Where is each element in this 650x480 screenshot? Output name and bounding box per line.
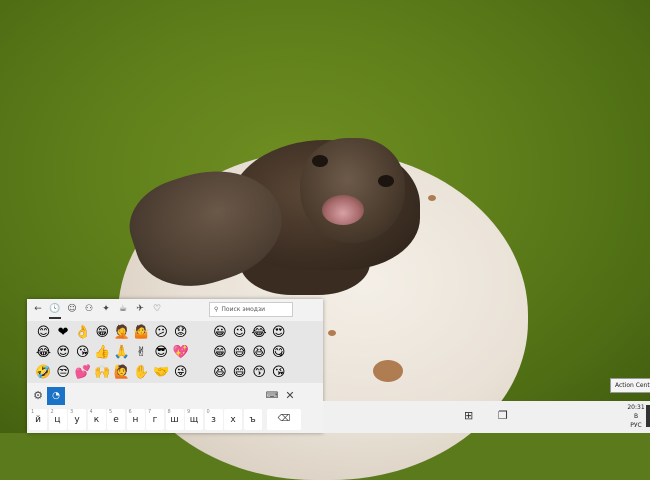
system-tray-clock[interactable]: 20:31 В РУС xyxy=(624,403,648,430)
emoji-item[interactable]: 💖 xyxy=(172,344,189,361)
emoji-item[interactable]: 😋 xyxy=(270,344,287,361)
emoji-item[interactable]: 😎 xyxy=(153,344,170,361)
emoji-item[interactable]: 😁 xyxy=(211,344,228,361)
keyboard-key[interactable]: 9щ xyxy=(185,409,203,430)
emoji-item[interactable]: 😉 xyxy=(231,324,248,341)
recent-clock-icon[interactable]: 🕓 xyxy=(48,302,62,319)
key-letter: х xyxy=(230,415,236,425)
emoji-item[interactable]: 😕 xyxy=(153,324,170,341)
show-desktop-edge[interactable] xyxy=(646,405,650,427)
back-arrow-icon[interactable]: ← xyxy=(31,302,45,316)
search-icon: ⚲ xyxy=(214,306,219,313)
emoji-panel: ← 🕓 ☺ ⚇ ✦ ☕ ✈ ♡ ⚲ Поиск эмодзи 😊 ❤ 👌 😁 🤦 🤷 😕 😟 😀 😉 😂 😍 😂 😍 😘 👍… xyxy=(27,299,323,433)
emoji-item[interactable]: ❤ xyxy=(55,324,72,341)
emoji-item[interactable]: 😍 xyxy=(55,344,72,361)
emoji-item[interactable]: 👍 xyxy=(94,344,111,361)
emoji-item[interactable]: ✋ xyxy=(133,364,150,381)
vehicle-icon[interactable]: ✈ xyxy=(133,302,147,316)
emoji-item[interactable]: 😂 xyxy=(35,344,52,361)
emoji-item[interactable]: 🤦 xyxy=(113,324,130,341)
keyboard-key[interactable]: 5е xyxy=(107,409,125,430)
smiley-icon[interactable]: ☺ xyxy=(65,302,79,316)
taskbar: ⊞ ❐ 20:31 В РУС xyxy=(323,401,650,433)
emoji-search-input[interactable]: ⚲ Поиск эмодзи xyxy=(209,302,293,317)
keyboard-key[interactable]: 0з xyxy=(204,409,223,430)
emoji-item[interactable]: 😘 xyxy=(74,344,91,361)
key-letter: у xyxy=(74,415,80,425)
emoji-item[interactable]: 😟 xyxy=(172,324,189,341)
emoji-item[interactable]: 😁 xyxy=(94,324,111,341)
key-letter: ш xyxy=(170,415,179,425)
gear-icon[interactable]: ⚙ xyxy=(30,388,46,404)
emoji-item[interactable]: 😙 xyxy=(251,364,268,381)
keyboard-key[interactable]: х xyxy=(224,409,242,430)
action-center-tooltip: Action Center xyxy=(610,378,650,393)
emoji-item[interactable]: 😆 xyxy=(251,344,268,361)
emoji-item[interactable]: 🤷 xyxy=(133,324,150,341)
language-indicator-top: В xyxy=(633,413,639,420)
food-icon[interactable]: ☕ xyxy=(116,302,130,316)
keyboard-key[interactable]: 2ц xyxy=(48,409,67,430)
emoji-mode-button[interactable]: ◔ xyxy=(47,387,65,405)
keyboard-icon[interactable]: ⌨ xyxy=(265,389,279,403)
people-icon[interactable]: ⚇ xyxy=(82,302,96,316)
emoji-item[interactable]: 😘 xyxy=(270,364,287,381)
keyboard-key[interactable]: 1й xyxy=(29,409,47,430)
emoji-item[interactable]: 🙌 xyxy=(94,364,111,381)
key-letter: к xyxy=(93,415,100,425)
emoji-item[interactable]: 😊 xyxy=(35,324,52,341)
wallpaper-turtle-eye xyxy=(378,175,394,187)
key-letter: ц xyxy=(54,415,61,425)
wallpaper-turtle-eye xyxy=(312,155,328,167)
keyboard-key[interactable]: 4к xyxy=(87,409,106,430)
key-letter: й xyxy=(35,415,41,425)
keyboard-key[interactable]: 7г xyxy=(146,409,164,430)
key-letter: щ xyxy=(189,415,199,425)
key-letter: г xyxy=(152,415,158,425)
keyboard-key[interactable]: 8ш xyxy=(165,409,184,430)
emoji-item[interactable]: 😒 xyxy=(55,364,72,381)
emoji-item[interactable]: 🤝 xyxy=(153,364,170,381)
key-letter: е xyxy=(113,415,119,425)
wallpaper-turtle-head xyxy=(300,138,405,243)
emoji-item[interactable]: 🙋 xyxy=(113,364,130,381)
clock-time: 20:31 xyxy=(627,404,645,411)
keyboard-key[interactable]: 6н xyxy=(126,409,145,430)
keyboard-row: ⌫ 1й2ц3у4к5е6н7г8ш9щ0з х ъ xyxy=(27,407,323,433)
emoji-item[interactable]: 😂 xyxy=(251,324,268,341)
search-placeholder: Поиск эмодзи xyxy=(221,306,266,313)
emoji-item[interactable]: 😆 xyxy=(211,364,228,381)
keyboard-key[interactable]: ъ xyxy=(243,409,262,430)
language-indicator: РУС xyxy=(630,422,642,429)
emoji-item[interactable]: 😍 xyxy=(270,324,287,341)
emoji-item[interactable]: 🙏 xyxy=(113,344,130,361)
keyboard-key[interactable]: 3у xyxy=(68,409,86,430)
windows-start-icon[interactable]: ⊞ xyxy=(464,410,476,422)
emoji-item[interactable]: ✌ xyxy=(133,344,150,361)
emoji-item[interactable]: 👌 xyxy=(74,324,91,341)
task-view-icon[interactable]: ❐ xyxy=(498,410,512,422)
backspace-key[interactable]: ⌫ xyxy=(267,409,301,430)
key-letter: н xyxy=(132,415,139,425)
emoji-item[interactable]: 💕 xyxy=(74,364,91,381)
emoji-item[interactable]: 🤣 xyxy=(35,364,52,381)
emoji-toolbar: ⚙ ◔ ⌨ ✕ xyxy=(27,385,323,407)
emoji-item[interactable]: 😅 xyxy=(231,344,248,361)
emoji-item[interactable]: 😜 xyxy=(172,364,189,381)
wallpaper-turtle-mouth xyxy=(322,195,364,225)
close-icon[interactable]: ✕ xyxy=(283,389,297,403)
emoji-item[interactable]: 😄 xyxy=(231,364,248,381)
symbols-icon[interactable]: ♡ xyxy=(150,302,164,316)
key-letter: ъ xyxy=(249,415,256,425)
emoji-item[interactable]: 😀 xyxy=(211,324,228,341)
key-letter: з xyxy=(211,415,216,425)
celebration-icon[interactable]: ✦ xyxy=(99,302,113,316)
emoji-grid: 😊 ❤ 👌 😁 🤦 🤷 😕 😟 😀 😉 😂 😍 😂 😍 😘 👍 🙏 ✌ 😎 💖 😁 😅 😆 😋 🤣 😒 💕 🙌 🙋 ✋ 🤝 😜 😆 😄 😙 😘 xyxy=(27,321,323,383)
